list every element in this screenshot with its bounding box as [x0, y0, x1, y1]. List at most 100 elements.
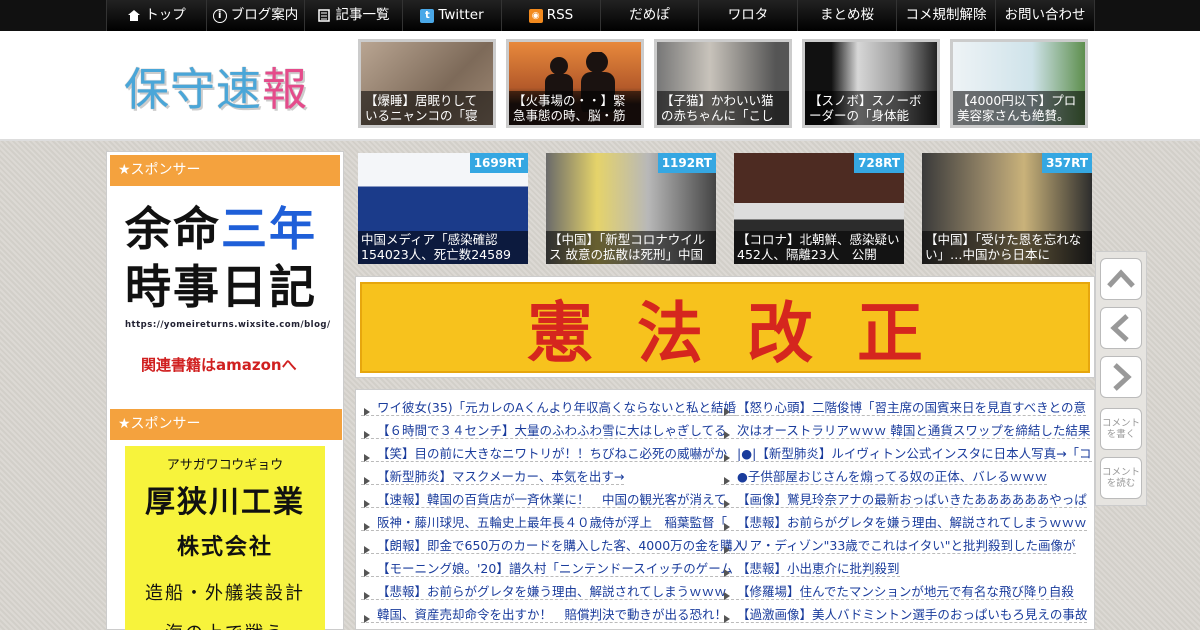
list-item[interactable]: 【修羅場】住んでたマンションが地元で有名な飛び降り自殺 [721, 584, 1074, 600]
nav-item-contact[interactable]: お問い合わせ [996, 0, 1095, 31]
article-list-panel: ワイ彼女(35)「元カレのAくんより年収高くならないと私と結婚 【６時間で３４セ… [355, 389, 1095, 630]
rt-caption: 【コロナ】北朝鮮、感染疑い452人、隔離23人 公開 [734, 231, 904, 264]
info-icon: i [212, 8, 227, 23]
list-item[interactable]: 【悲報】お前らがグレタを嫌う理由、解説されてしまうｗｗｗ [361, 584, 727, 600]
ad-text: 余命 [125, 202, 221, 256]
thumb-caption: 【火事場の・・】緊急事態の時、脳・筋 [509, 91, 641, 125]
ad-text: 株式会社 [176, 535, 273, 560]
top-nav-menu: トップ i ブログ案内 記事一覧 t Twitter ◉ RSS だめぽ ワロタ… [106, 0, 1095, 31]
nav-item-damepo[interactable]: だめぽ [601, 0, 699, 31]
list-item[interactable]: 【怒り心頭】二階俊博「習主席の国賓来日を見直すべきとの意 [721, 400, 1087, 416]
site-header: 保 守 速 報 【爆睡】居眠りしているニャンコの「寝 【火事場の・・】緊急事態の… [0, 31, 1200, 141]
previous-button[interactable] [1100, 307, 1142, 349]
list-item[interactable]: 【悲報】お前らがグレタを嫌う理由、解説されてしまうｗｗｗ [721, 515, 1087, 531]
site-logo[interactable]: 保 守 速 報 [124, 53, 308, 118]
sponsor-ad-yomei[interactable]: 余命三年 時事日記 https://yomeireturns.wixsite.c… [125, 200, 331, 375]
chevron-left-icon [1110, 314, 1129, 342]
article-list-left: ワイ彼女(35)「元カレのAくんより年収高くならないと私と結婚 【６時間で３４セ… [361, 396, 746, 626]
logo-char: 速 [216, 63, 263, 116]
header-thumb-4[interactable]: 【スノボ】スノーボーダーの「身体能 [802, 39, 940, 128]
logo-char: 守 [170, 63, 217, 116]
nav-item-label: RSS [546, 7, 574, 23]
list-item[interactable]: リア・ディゾン"33歳でこれはイタい"と批判殺到した画像が [721, 538, 1076, 554]
list-item[interactable]: 【速報】韓国の百貨店が一斉休業に！ 中国の観光客が消えて [361, 492, 727, 508]
logo-char: 保 [124, 63, 171, 116]
ad-headline: 余命三年 [125, 200, 325, 258]
ad-text: 造船・外艤装設計 [145, 583, 305, 604]
chevron-up-icon [1107, 269, 1135, 288]
list-item[interactable]: 【新型肺炎】マスクメーカー、本気を出す→ [361, 469, 625, 485]
list-item[interactable]: 【過激画像】美人バドミントン選手のおっぱいもろ見えの事故 [721, 607, 1088, 623]
banner-text: 憲法改正 [527, 293, 967, 372]
nav-item-label: トップ [145, 7, 186, 23]
nav-item-label: ワロタ [727, 7, 769, 23]
list-item[interactable]: 【朗報】即金で650万のカードを購入した客、4000万の金を購入 [361, 538, 746, 554]
scroll-top-button[interactable] [1100, 258, 1142, 300]
thumb-caption: 【子猫】かわいい猫の赤ちゃんに「こし [657, 91, 789, 125]
ad-url: https://yomeireturns.wixsite.com/blog/ [125, 320, 331, 330]
list-item[interactable]: 阪神・藤川球児、五輪史上最年長４０歳侍が浮上 稲葉監督「 [361, 515, 728, 531]
next-button[interactable] [1100, 356, 1142, 398]
nav-item-label: お問い合わせ [1004, 7, 1086, 23]
list-item[interactable]: 【画像】鷲見玲奈アナの最新おっぱいきたああああああやっぱ [721, 492, 1087, 508]
rt-thumb-4[interactable]: 357RT 【中国】「受けた恩を忘れない」…中国から日本に [922, 153, 1092, 264]
nav-item-label: 記事一覧 [335, 7, 390, 23]
floating-nav-bar: コメントを書く コメントを読む [1095, 251, 1147, 506]
write-comment-button[interactable]: コメントを書く [1100, 408, 1142, 450]
list-item[interactable]: ●子供部屋おじさんを煽ってる奴の正体、バレるｗｗｗ [721, 469, 1048, 485]
rt-thumb-1[interactable]: 1699RT 中国メディア「感染確認154023人、死亡数24589 [358, 153, 528, 264]
thumb-caption: 【4000円以下】プロ美容家さんも絶賛。 [953, 91, 1085, 125]
rt-thumb-3[interactable]: 728RT 【コロナ】北朝鮮、感染疑い452人、隔離23人 公開 [734, 153, 904, 264]
banner-container: 憲法改正 [355, 276, 1095, 378]
rt-count-badge: 728RT [854, 153, 904, 173]
sidebar: ★スポンサー 余命三年 時事日記 https://yomeireturns.wi… [106, 151, 344, 630]
top-nav: トップ i ブログ案内 記事一覧 t Twitter ◉ RSS だめぽ ワロタ… [0, 0, 1200, 31]
ad-text: 時事日記 [125, 260, 317, 314]
nav-item-top[interactable]: トップ [106, 0, 207, 31]
list-item[interactable]: 【悲報】小出恵介に批判殺到 [721, 561, 900, 577]
nav-item-blog-info[interactable]: i ブログ案内 [207, 0, 305, 31]
kenpo-kaisei-banner[interactable]: 憲法改正 [360, 282, 1090, 373]
nav-item-matome-sakura[interactable]: まとめ桜 [798, 0, 897, 31]
list-item[interactable]: 【６時間で３４センチ】大量のふわふわ雪に大はしゃぎしてる [361, 423, 727, 439]
rt-caption: 【中国】「受けた恩を忘れない」…中国から日本に [922, 231, 1092, 264]
ad-text: 厚狭川工業 [145, 485, 305, 520]
nav-item-article-list[interactable]: 記事一覧 [305, 0, 403, 31]
header-thumb-5[interactable]: 【4000円以下】プロ美容家さんも絶賛。 [950, 39, 1088, 128]
sponsor-ad-asagawa[interactable]: アサガワコウギョウ 厚狭川工業 株式会社 造船・外艤装設計 海の上で戦う [125, 446, 325, 630]
nav-item-label: まとめ桜 [820, 7, 874, 23]
nav-item-warota[interactable]: ワロタ [699, 0, 798, 31]
read-comment-button[interactable]: コメントを読む [1100, 457, 1142, 499]
list-icon [318, 8, 332, 23]
article-list-right: 【怒り心頭】二階俊博「習主席の国賓来日を見直すべきとの意 次はオーストラリアｗｗ… [721, 396, 1092, 626]
twitter-icon: t [420, 8, 435, 23]
rt-count-badge: 357RT [1042, 153, 1092, 173]
list-item[interactable]: 【笑】目の前に大きなニワトリが！！ちびねこ必死の威嚇がか [361, 446, 728, 462]
logo-char: 報 [262, 63, 309, 116]
list-item[interactable]: 韓国、資産売却命令を出すか！ 賠償判決で動きが出る恐れ！ [361, 607, 728, 623]
rt-thumb-2[interactable]: 1192RT 【中国】「新型コロナウイルス 故意の拡散は死刑」中国 [546, 153, 716, 264]
header-thumb-1[interactable]: 【爆睡】居眠りしているニャンコの「寝 [358, 39, 496, 128]
ad-text: アサガワコウギョウ [166, 458, 284, 473]
nav-item-label: ブログ案内 [230, 7, 299, 23]
header-thumb-2[interactable]: 【火事場の・・】緊急事態の時、脳・筋 [506, 39, 644, 128]
list-item[interactable]: ワイ彼女(35)「元カレのAくんより年収高くならないと私と結婚 [361, 400, 736, 416]
list-item[interactable]: |●|【新型肺炎】ルイヴィトン公式インスタに日本人写真→「コ [721, 446, 1092, 462]
ad-text: 三年 [221, 202, 317, 256]
nav-item-comment-unblock[interactable]: コメ規制解除 [897, 0, 996, 31]
nav-item-rss[interactable]: ◉ RSS [502, 0, 601, 31]
rt-caption: 中国メディア「感染確認154023人、死亡数24589 [358, 231, 528, 264]
rt-caption: 【中国】「新型コロナウイルス 故意の拡散は死刑」中国 [546, 231, 716, 264]
rt-count-badge: 1699RT [469, 153, 528, 173]
chevron-right-icon [1113, 363, 1132, 391]
list-item[interactable]: 【モーニング娘。'20】譜久村「ニンテンドースイッチのゲーム [361, 561, 733, 577]
home-icon [127, 9, 141, 23]
ad-amazon-link: 関連書籍はamazonへ [141, 356, 297, 374]
thumb-caption: 【爆睡】居眠りしているニャンコの「寝 [361, 91, 493, 125]
nav-item-twitter[interactable]: t Twitter [403, 0, 502, 31]
thumb-caption: 【スノボ】スノーボーダーの「身体能 [805, 91, 937, 125]
header-thumb-3[interactable]: 【子猫】かわいい猫の赤ちゃんに「こし [654, 39, 792, 128]
rt-count-badge: 1192RT [657, 153, 716, 173]
list-item[interactable]: 次はオーストラリアｗｗｗ 韓国と通貨スワップを締結した結果 [721, 423, 1091, 439]
ad-text: 海の上で戦う [125, 619, 325, 630]
